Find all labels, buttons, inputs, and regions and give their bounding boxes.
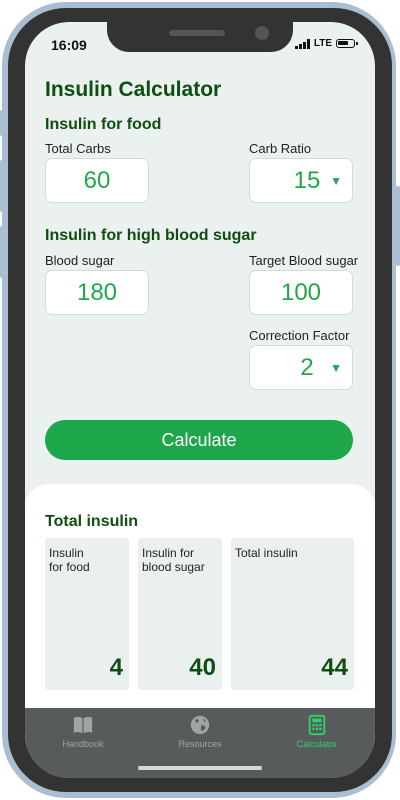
blood-sugar-input[interactable]: 180 [45,270,149,315]
target-blood-sugar-input[interactable]: 100 [249,270,353,315]
result-card-blood-sugar: Insulin for blood sugar 40 [138,538,222,690]
tab-handbook[interactable]: Handbook [33,714,133,754]
blood-sugar-value: 180 [76,278,118,306]
camera-icon [255,26,269,40]
correction-factor-label: Correction Factor [249,328,350,343]
calculator-icon [308,714,326,736]
result-card-value: 40 [189,654,216,681]
result-card-value: 44 [321,654,348,681]
result-card-label: Insulin for blood sugar [142,546,205,574]
total-carbs-value: 60 [83,166,111,194]
tab-label: Resources [178,739,222,749]
carb-ratio-label: Carb Ratio [249,141,312,156]
calculate-button[interactable]: Calculate [45,420,353,460]
total-carbs-input[interactable]: 60 [45,158,149,203]
correction-factor-select[interactable]: 2 ▼ [249,345,353,390]
blood-sugar-label: Blood sugar [45,253,115,268]
power-button [396,186,400,266]
page-title: Insulin Calculator [45,78,222,101]
mute-switch [0,110,4,136]
carb-ratio-value: 15 [293,166,321,194]
globe-icon [190,715,210,735]
result-card-label: Total insulin [235,546,298,560]
screen: 16:09 LTE Insulin Calculator Insulin for… [25,22,375,778]
result-card-value: 4 [109,654,123,681]
signal-icon [294,38,310,49]
book-icon [73,716,93,734]
home-indicator[interactable] [138,766,262,770]
dropdown-arrow-icon: ▼ [330,173,342,188]
dropdown-arrow-icon: ▼ [330,360,342,375]
target-blood-sugar-value: 100 [280,278,322,306]
network-type: LTE [313,38,332,49]
tab-label: Calculator [296,739,338,749]
tab-label: Handbook [62,739,104,749]
notch [107,22,293,52]
tab-calculator[interactable]: Calculator [267,714,367,754]
result-card-total: Total insulin 44 [231,538,354,690]
result-card-food: Insulin for food 4 [45,538,129,690]
status-indicators: LTE [294,38,358,49]
battery-icon [336,39,358,48]
tab-resources[interactable]: Resources [150,714,250,754]
status-time: 16:09 [51,37,87,53]
sugar-section-heading: Insulin for high blood sugar [45,227,257,244]
correction-factor-value: 2 [300,353,314,381]
volume-down-button [0,226,4,278]
carb-ratio-select[interactable]: 15 ▼ [249,158,353,203]
total-carbs-label: Total Carbs [45,141,111,156]
target-blood-sugar-label: Target Blood sugar [249,253,359,268]
speaker-icon [169,30,225,36]
food-section-heading: Insulin for food [45,116,162,133]
results-panel: Total insulin Insulin for food 4 Insulin… [25,484,375,744]
results-heading: Total insulin [45,513,139,530]
volume-up-button [0,160,4,212]
result-card-label: Insulin for food [49,546,90,574]
